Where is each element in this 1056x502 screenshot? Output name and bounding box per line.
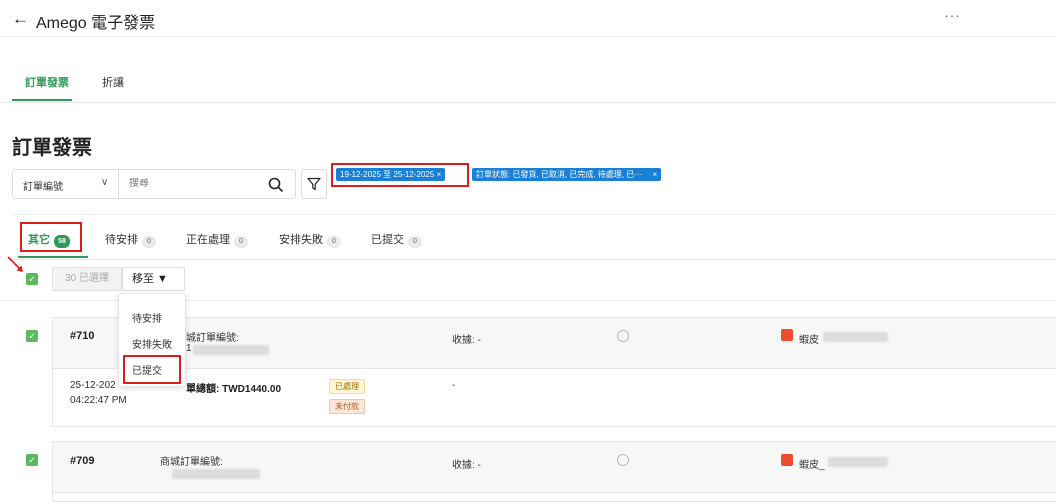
user-avatar-icon [617, 454, 629, 466]
tab-arrange-failed[interactable]: 安排失敗 0 [279, 231, 341, 248]
back-arrow-icon[interactable]: ← [12, 9, 29, 29]
receipt-label: 收據: - [452, 460, 481, 471]
search-field-select-value: 訂單編號 [23, 182, 63, 193]
shop-name: 蝦皮 [799, 335, 819, 346]
status-badge-unpaid: 未付款 [329, 399, 365, 414]
count-badge: 0 [234, 236, 248, 248]
search-icon[interactable] [267, 176, 285, 194]
shopee-icon [781, 329, 793, 341]
platform-order-label: 商城訂單編號: [160, 457, 223, 468]
redacted-order-number [193, 345, 269, 355]
platform-order-number: 1 [186, 343, 192, 354]
filter-icon [307, 177, 321, 191]
redacted-shop-name [828, 457, 888, 467]
app-header [0, 0, 1056, 37]
order-checkbox[interactable]: ✓ [26, 330, 38, 342]
redacted-shop-name [823, 332, 888, 342]
annotation-arrow-icon [7, 256, 23, 272]
top-tab-bar [0, 37, 1056, 103]
status-tab-bar [12, 214, 1056, 260]
search-box [118, 169, 296, 199]
highlight-box [331, 163, 469, 187]
highlight-box [20, 222, 82, 252]
user-avatar-icon [617, 330, 629, 342]
selected-count: 30 已選擇 [52, 267, 122, 291]
shop-name: 蝦皮_ [799, 460, 825, 471]
count-badge: 0 [142, 236, 156, 248]
page-title: 訂單發票 [12, 137, 92, 159]
count-badge: 0 [327, 236, 341, 248]
app-title: Amego 電子發票 [36, 15, 156, 32]
shopee-icon [781, 454, 793, 466]
order-checkbox[interactable]: ✓ [26, 454, 38, 466]
move-to-button[interactable]: 移至 ▼ [122, 267, 185, 291]
active-tab-indicator [18, 256, 88, 258]
order-time: 04:22:47 PM [70, 395, 127, 406]
order-id[interactable]: #710 [70, 330, 94, 342]
order-status-chip[interactable]: 訂單狀態: 已發貨, 已取消, 已完成, 待處理, 已··· × [472, 168, 662, 181]
order-total: 單總額: TWD1440.00 [186, 384, 282, 395]
tab-label: 正在處理 [186, 234, 230, 246]
search-input[interactable] [129, 178, 259, 189]
filter-button[interactable] [301, 169, 327, 199]
order-status-chip-label: 訂單狀態: 已發貨, 已取消, 已完成, 待處理, 已··· [476, 170, 643, 179]
tab-submitted[interactable]: 已提交 0 [371, 231, 422, 248]
tab-to-arrange[interactable]: 待安排 0 [105, 231, 156, 248]
tab-order-invoices[interactable]: 訂單發票 [25, 74, 69, 90]
order-date: 25-12-202 [70, 380, 116, 391]
tab-label: 已提交 [371, 234, 404, 246]
tab-label: 待安排 [105, 234, 138, 246]
tab-processing[interactable]: 正在處理 0 [186, 231, 248, 248]
count-badge: 0 [408, 236, 422, 248]
highlight-box [123, 355, 181, 384]
chevron-down-icon: ∨ [101, 177, 109, 188]
close-icon[interactable]: × [652, 170, 657, 179]
active-tab-indicator [12, 99, 72, 101]
menu-item-to-arrange[interactable]: 待安排 [132, 310, 162, 325]
platform-order-label: 城訂單編號: [186, 333, 239, 344]
redacted-order-number [172, 469, 260, 479]
search-field-select[interactable]: 訂單編號 ∨ [12, 169, 119, 199]
more-options-icon[interactable]: ··· [944, 7, 961, 23]
receipt-label: 收據: - [452, 335, 481, 346]
menu-item-arrange-failed[interactable]: 安排失敗 [132, 336, 172, 351]
tab-allowance[interactable]: 折讓 [102, 74, 124, 90]
order-id[interactable]: #709 [70, 455, 94, 467]
status-badge-processed: 已處理 [329, 379, 365, 394]
tab-label: 安排失敗 [279, 234, 323, 246]
receipt-value: - [452, 380, 456, 391]
